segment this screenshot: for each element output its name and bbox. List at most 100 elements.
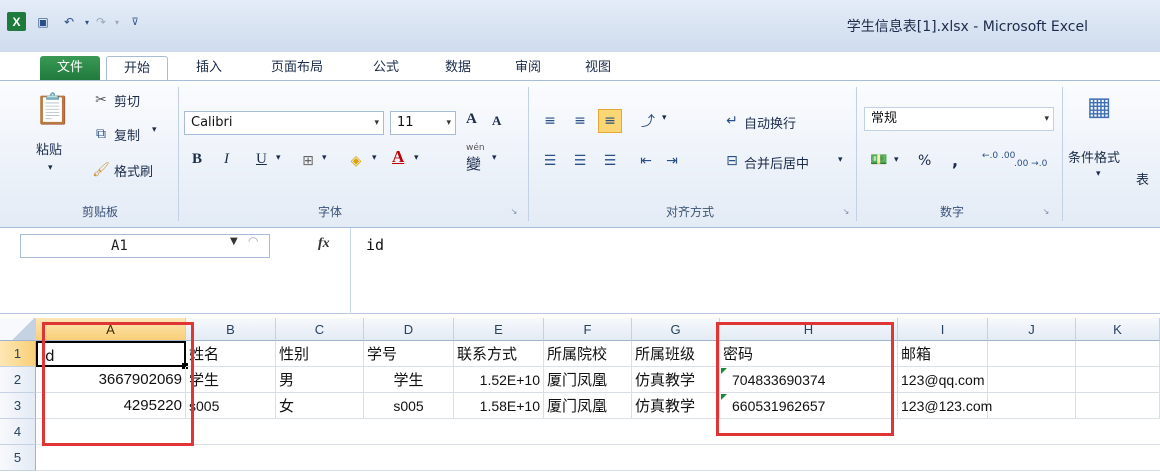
paste-dropdown-icon[interactable]: ▾	[48, 163, 53, 173]
borders-icon[interactable]: ⊞	[298, 151, 318, 171]
cell-i1[interactable]: 邮箱	[898, 341, 988, 367]
column-header-a[interactable]: A	[36, 318, 186, 341]
tab-data[interactable]: 数据	[436, 56, 480, 80]
font-name-combo[interactable]: Calibri ▾	[184, 111, 384, 135]
copy-dropdown-icon[interactable]: ▾	[152, 125, 157, 135]
cell-a1[interactable]: id	[36, 341, 186, 367]
customize-toolbar-icon[interactable]: ⊽	[126, 13, 144, 31]
number-format-combo[interactable]: 常规 ▾	[864, 107, 1054, 131]
column-header-k[interactable]: K	[1076, 318, 1160, 341]
fill-color-icon[interactable]: ◈	[344, 149, 368, 173]
conditional-formatting-icon[interactable]: ▦	[1082, 89, 1116, 125]
phonetic-guide-button[interactable]: 變	[466, 153, 481, 174]
cell-a3[interactable]: 4295220	[36, 393, 186, 419]
decrease-indent-icon[interactable]: ⇤	[636, 151, 656, 171]
cell-j1[interactable]	[988, 341, 1076, 367]
cell-d2[interactable]: 学生	[364, 367, 454, 393]
column-header-e[interactable]: E	[454, 318, 544, 341]
column-header-j[interactable]: J	[988, 318, 1076, 341]
conditional-dropdown-icon[interactable]: ▾	[1096, 169, 1101, 179]
cell-b3[interactable]: s005	[186, 393, 276, 419]
empty-row-5[interactable]	[36, 445, 1160, 471]
row-header-1[interactable]: 1	[0, 341, 36, 367]
excel-logo-icon[interactable]: X	[7, 12, 26, 31]
grow-font-button[interactable]: A	[466, 111, 477, 128]
align-bottom-icon[interactable]: ≡	[598, 109, 622, 133]
undo-icon[interactable]: ↶	[60, 13, 78, 31]
dialog-launcher-icon[interactable]: ↘	[508, 205, 520, 217]
paste-icon[interactable]: 📋	[34, 89, 71, 129]
cell-d1[interactable]: 学号	[364, 341, 454, 367]
wrap-text-icon[interactable]: ↵	[722, 111, 742, 131]
cell-g2[interactable]: 仿真教学	[632, 367, 720, 393]
borders-dropdown-icon[interactable]: ▾	[322, 153, 327, 163]
cell-d3[interactable]: s005	[364, 393, 454, 419]
copy-icon[interactable]: ⧉	[92, 125, 110, 143]
column-header-b[interactable]: B	[186, 318, 276, 341]
cell-i3[interactable]: 123@123.com	[898, 393, 992, 419]
cell-j2[interactable]	[988, 367, 1076, 393]
select-all-corner[interactable]	[0, 318, 36, 341]
copy-button[interactable]: 复制	[114, 125, 140, 144]
scissors-icon[interactable]: ✂	[92, 91, 110, 109]
column-header-f[interactable]: F	[544, 318, 632, 341]
row-header-5[interactable]: 5	[0, 445, 36, 471]
cell-k2[interactable]	[1076, 367, 1160, 393]
formula-input[interactable]: id	[366, 236, 384, 254]
column-header-d[interactable]: D	[364, 318, 454, 341]
underline-button[interactable]: U	[256, 151, 267, 168]
tab-page-layout[interactable]: 页面布局	[256, 56, 338, 80]
currency-icon[interactable]: 💵	[868, 149, 890, 171]
cell-b2[interactable]: 学生	[186, 367, 276, 393]
tab-file[interactable]: 文件	[40, 56, 100, 80]
align-top-icon[interactable]: ≡	[540, 111, 560, 131]
shrink-font-button[interactable]: A	[492, 113, 501, 129]
empty-row-4[interactable]	[36, 419, 1160, 445]
merge-center-button[interactable]: 合并后居中	[744, 153, 809, 172]
tab-review[interactable]: 审阅	[506, 56, 550, 80]
cell-h3[interactable]: 660531962657	[720, 393, 898, 419]
format-as-table-button[interactable]: 表	[1136, 169, 1149, 188]
format-painter-icon[interactable]: 🖌	[92, 161, 110, 179]
cell-k3[interactable]	[1076, 393, 1160, 419]
cell-f2[interactable]: 厦门凤凰	[544, 367, 632, 393]
cell-c1[interactable]: 性别	[276, 341, 364, 367]
decrease-decimal-button[interactable]: .00 →.0	[1014, 159, 1047, 169]
underline-dropdown-icon[interactable]: ▾	[276, 153, 281, 163]
row-header-4[interactable]: 4	[0, 419, 36, 445]
row-header-3[interactable]: 3	[0, 393, 36, 419]
phonetic-dropdown-icon[interactable]: ▾	[492, 153, 497, 163]
cut-button[interactable]: 剪切	[114, 91, 140, 110]
cell-k1[interactable]	[1076, 341, 1160, 367]
conditional-formatting-button[interactable]: 条件格式	[1068, 147, 1120, 166]
tab-view[interactable]: 视图	[576, 56, 620, 80]
cell-a2[interactable]: 3667902069	[36, 367, 186, 393]
align-left-icon[interactable]: ☰	[540, 151, 560, 171]
tab-formulas[interactable]: 公式	[364, 56, 408, 80]
column-header-i[interactable]: I	[898, 318, 988, 341]
cell-f1[interactable]: 所属院校	[544, 341, 632, 367]
bold-button[interactable]: B	[192, 151, 202, 168]
save-icon[interactable]: ▣	[34, 13, 52, 31]
italic-button[interactable]: I	[224, 151, 229, 168]
row-header-2[interactable]: 2	[0, 367, 36, 393]
font-size-combo[interactable]: 11 ▾	[390, 111, 456, 135]
column-header-g[interactable]: G	[632, 318, 720, 341]
orientation-icon[interactable]: ⤴	[636, 111, 660, 131]
cell-h2[interactable]: 704833690374	[720, 367, 898, 393]
format-painter-button[interactable]: 格式刷	[114, 161, 153, 180]
align-right-icon[interactable]: ☰	[600, 151, 620, 171]
cell-g3[interactable]: 仿真教学	[632, 393, 720, 419]
cell-g1[interactable]: 所属班级	[632, 341, 720, 367]
name-box-handle-icon[interactable]: ◠	[248, 234, 258, 248]
wrap-text-button[interactable]: 自动换行	[744, 113, 796, 132]
merge-center-icon[interactable]: ⊟	[722, 151, 742, 171]
cell-b1[interactable]: 姓名	[186, 341, 276, 367]
cell-j3[interactable]	[988, 393, 1076, 419]
fill-dropdown-icon[interactable]: ▾	[372, 153, 377, 163]
cell-f3[interactable]: 厦门凤凰	[544, 393, 632, 419]
dialog-launcher-icon[interactable]: ↘	[840, 205, 852, 217]
align-middle-icon[interactable]: ≡	[570, 111, 590, 131]
cell-e2[interactable]: 1.52E+10	[454, 367, 544, 393]
cell-e1[interactable]: 联系方式	[454, 341, 544, 367]
